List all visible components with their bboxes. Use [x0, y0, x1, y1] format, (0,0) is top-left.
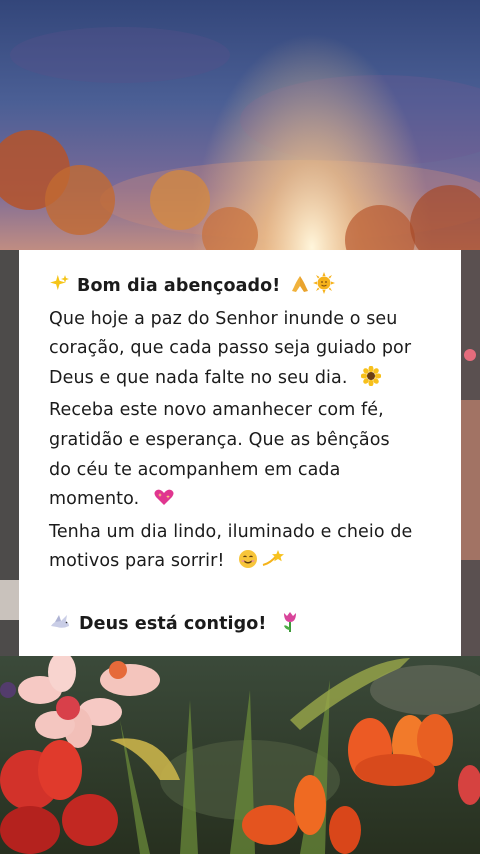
message-line-5: gratidão e esperança. Que as bênçãos — [49, 429, 390, 450]
sparkling-heart-icon — [153, 487, 175, 518]
message-line-3: Deus e que nada falte no seu dia. — [49, 367, 348, 388]
sparkles-icon — [49, 274, 69, 305]
message-line-3-row: Deus e que nada falte no seu dia. — [49, 364, 441, 397]
message-line-6: do céu te acompanhem em cada — [49, 459, 341, 480]
greeting-heading: Bom dia abençoado! — [77, 276, 281, 296]
message-line-8: Tenha um dia lindo, iluminado e cheio de — [49, 521, 413, 542]
message-line-9-row: motivos para sorrir! — [49, 547, 441, 580]
message-line-4: Receba este novo amanhecer com fé, — [49, 400, 384, 421]
dizzy-star-icon — [261, 549, 285, 580]
sunflower-icon — [360, 365, 382, 397]
message-line-2: coração, que cada passo seja guiado por — [49, 338, 412, 359]
message-line-7-row: momento. — [49, 485, 441, 518]
sun-face-icon — [312, 272, 335, 305]
closing-line: Deus está contigo! — [49, 610, 441, 643]
closing-text: Deus está contigo! — [79, 613, 267, 634]
message-card: Bom dia abençoado! Que hoje a paz do Sen… — [19, 250, 461, 656]
message-line-7: momento. — [49, 489, 140, 510]
smiling-face-icon — [238, 549, 258, 580]
tulip-icon — [281, 610, 299, 643]
message-line-9: motivos para sorrir! — [49, 551, 225, 572]
dove-icon — [49, 612, 71, 643]
praying-hands-icon — [290, 274, 310, 305]
message-line-1: Que hoje a paz do Senhor inunde o seu — [49, 308, 398, 329]
greeting-heading-line: Bom dia abençoado! — [49, 272, 441, 305]
